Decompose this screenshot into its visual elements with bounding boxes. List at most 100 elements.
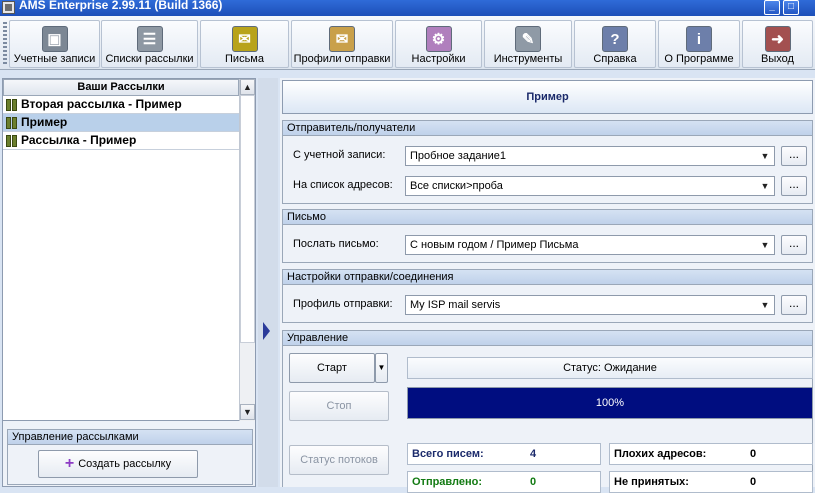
toolbar-exit-button[interactable]: ➜ Выход xyxy=(742,20,813,68)
stat-value: 0 xyxy=(530,476,537,488)
toolbar-settings-label: Настройки xyxy=(411,53,466,65)
letter-select-value: С новым годом / Пример Письма xyxy=(410,239,579,251)
scroll-down-button[interactable]: ▼ xyxy=(240,404,255,420)
account-browse-button[interactable]: ... xyxy=(781,146,807,166)
campaign-name: Рассылка - Пример xyxy=(21,133,137,147)
toolbar-letters-label: Письма xyxy=(225,53,264,65)
main-toolbar: ▣ Учетные записи ☰ Списки рассылки ✉ Пис… xyxy=(0,16,815,70)
toolbar-tools-button[interactable]: ✎ Инструменты xyxy=(484,20,572,68)
address-list-browse-button[interactable]: ... xyxy=(781,176,807,196)
chevron-down-icon[interactable]: ▼ xyxy=(758,238,772,252)
scroll-thumb[interactable] xyxy=(240,95,255,343)
stat-label: Плохих адресов: xyxy=(614,448,707,460)
campaign-details-panel: Пример Отправитель/получатели С учетной … xyxy=(280,78,815,493)
chevron-down-icon[interactable]: ▼ xyxy=(758,298,772,312)
accounts-icon: ▣ xyxy=(41,26,68,52)
campaign-list-item[interactable]: Вторая рассылка - Пример xyxy=(3,96,239,114)
send-profile-browse-button[interactable]: ... xyxy=(781,295,807,315)
stat-value: 0 xyxy=(750,448,757,460)
campaign-name: Пример xyxy=(21,115,68,129)
start-options-button[interactable]: ▼ xyxy=(375,353,388,383)
collapse-arrow-icon[interactable] xyxy=(263,322,270,340)
toolbar-send-profiles-button[interactable]: ✉ Профили отправки xyxy=(291,20,393,68)
chevron-down-icon[interactable]: ▼ xyxy=(758,149,772,163)
campaign-list-scrollbar[interactable]: ▲ ▼ xyxy=(239,79,255,421)
maximize-button[interactable]: □ xyxy=(783,0,799,15)
toolbar-send-profiles-label: Профили отправки xyxy=(293,53,391,65)
campaign-list-item[interactable]: Рассылка - Пример xyxy=(3,132,239,150)
toolbar-accounts-button[interactable]: ▣ Учетные записи xyxy=(9,20,100,68)
maximize-icon: □ xyxy=(787,1,795,12)
progress-bar: 100% xyxy=(407,387,813,419)
mailing-lists-icon: ☰ xyxy=(136,26,163,52)
start-button[interactable]: Старт xyxy=(289,353,375,383)
about-icon: i xyxy=(686,26,712,52)
plus-icon: + xyxy=(64,455,75,472)
campaign-name: Вторая рассылка - Пример xyxy=(21,97,182,111)
campaign-list-header: Ваши Рассылки xyxy=(3,79,239,96)
toolbar-settings-button[interactable]: ⚙ Настройки xyxy=(395,20,482,68)
send-profile-label: Профиль отправки: xyxy=(293,298,393,310)
letter-select[interactable]: С новым годом / Пример Письма ▼ xyxy=(405,235,775,255)
account-select-value: Пробное задание1 xyxy=(410,150,506,162)
letter-browse-button[interactable]: ... xyxy=(781,235,807,255)
scroll-up-icon: ▲ xyxy=(243,82,252,92)
title-bar: AMS Enterprise 2.99.11 (Build 1366) _ □ xyxy=(0,0,815,16)
stop-button[interactable]: Стоп xyxy=(289,391,389,421)
letter-section: Письмо Послать письмо: С новым годом / П… xyxy=(282,209,813,263)
tools-icon: ✎ xyxy=(515,26,541,52)
campaign-status-icon xyxy=(6,135,18,147)
panel-splitter[interactable] xyxy=(258,78,278,487)
chevron-down-icon[interactable]: ▼ xyxy=(758,179,772,193)
toolbar-help-button[interactable]: ? Справка xyxy=(574,20,656,68)
send-profile-select-value: My ISP mail servis xyxy=(410,299,501,311)
progress-text: 100% xyxy=(595,397,625,409)
minimize-icon: _ xyxy=(769,1,775,12)
campaign-list: Ваши Рассылки Вторая рассылка - Пример П… xyxy=(3,79,255,421)
scroll-down-icon: ▼ xyxy=(243,407,252,417)
section-title: Настройки отправки/соединения xyxy=(283,270,812,285)
section-title: Отправитель/получатели xyxy=(283,121,812,136)
campaign-list-item-selected[interactable]: Пример xyxy=(3,114,239,132)
send-profile-select[interactable]: My ISP mail servis ▼ xyxy=(405,295,775,315)
total-letters-stat: Всего писем: 4 xyxy=(407,443,601,465)
campaign-status-icon xyxy=(6,117,18,129)
sent-stat: Отправлено: 0 xyxy=(407,471,601,493)
stat-label: Не принятых: xyxy=(614,476,689,488)
bad-addresses-stat: Плохих адресов: 0 xyxy=(609,443,813,465)
campaigns-panel: Ваши Рассылки Вторая рассылка - Пример П… xyxy=(2,78,256,487)
create-campaign-label: Создать рассылку xyxy=(78,458,172,470)
section-title: Управление xyxy=(283,331,812,346)
minimize-button[interactable]: _ xyxy=(764,0,780,15)
send-profiles-icon: ✉ xyxy=(329,26,355,52)
campaign-title: Пример xyxy=(282,80,813,114)
thread-status-button[interactable]: Статус потоков xyxy=(289,445,389,475)
address-list-label: На список адресов: xyxy=(293,179,393,191)
toolbar-exit-label: Выход xyxy=(761,53,794,65)
app-icon xyxy=(2,1,15,14)
account-select[interactable]: Пробное задание1 ▼ xyxy=(405,146,775,166)
scroll-up-button[interactable]: ▲ xyxy=(240,79,255,95)
stat-label: Всего писем: xyxy=(412,448,484,460)
control-section: Управление Старт ▼ Стоп Статус потоков С… xyxy=(282,330,813,493)
toolbar-about-button[interactable]: i О Программе xyxy=(658,20,740,68)
window-title: AMS Enterprise 2.99.11 (Build 1366) xyxy=(19,0,223,12)
status-display: Статус: Ожидание xyxy=(407,357,813,379)
toolbar-help-label: Справка xyxy=(593,53,637,65)
chevron-down-icon: ▼ xyxy=(377,363,386,372)
address-list-select-value: Все списки>проба xyxy=(410,180,503,192)
stat-label: Отправлено: xyxy=(412,476,483,488)
exit-icon: ➜ xyxy=(764,26,791,52)
toolbar-mailing-lists-button[interactable]: ☰ Списки рассылки xyxy=(101,20,198,68)
create-campaign-button[interactable]: + Создать рассылку xyxy=(38,450,198,478)
toolbar-about-label: О Программе xyxy=(664,53,734,65)
campaign-status-icon xyxy=(6,99,18,111)
toolbar-grip[interactable] xyxy=(3,22,7,64)
sender-recipients-section: Отправитель/получатели С учетной записи:… xyxy=(282,120,813,204)
toolbar-letters-button[interactable]: ✉ Письма xyxy=(200,20,289,68)
address-list-select[interactable]: Все списки>проба ▼ xyxy=(405,176,775,196)
letters-icon: ✉ xyxy=(231,26,258,52)
toolbar-mailing-lists-label: Списки рассылки xyxy=(105,53,194,65)
help-icon: ? xyxy=(602,26,628,52)
send-letter-label: Послать письмо: xyxy=(293,238,379,250)
